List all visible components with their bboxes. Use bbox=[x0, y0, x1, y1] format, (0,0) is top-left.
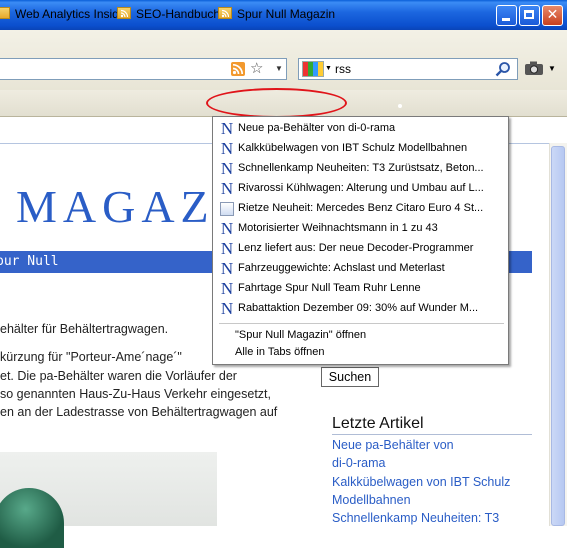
minimize-icon bbox=[502, 18, 510, 21]
n-favicon-icon: N bbox=[220, 239, 234, 258]
document-icon bbox=[220, 202, 234, 216]
rss-folder-icon bbox=[117, 7, 131, 19]
maximize-button[interactable] bbox=[519, 5, 540, 26]
bookmark-label: Spur Null Magazin bbox=[237, 7, 336, 21]
bookmark-label: Web Analytics Inside bbox=[15, 7, 126, 21]
feed-item-label: Schnellenkamp Neuheiten: T3 Zurüstsatz, … bbox=[238, 162, 484, 174]
feed-menu-item[interactable]: Rietze Neuheit: Mercedes Benz Citaro Eur… bbox=[217, 199, 504, 219]
feed-menu-item[interactable]: N Motorisierter Weihnachtsmann in 1 zu 43 bbox=[217, 219, 504, 239]
camera-icon[interactable] bbox=[524, 60, 544, 76]
feed-item-label: Lenz liefert aus: Der neue Decoder-Progr… bbox=[238, 242, 474, 254]
rss-folder-icon bbox=[0, 7, 10, 19]
sidebar-article-link[interactable]: Modellbahnen bbox=[332, 493, 411, 507]
feed-menu-item[interactable]: N Kalkkübelwagen von IBT Schulz Modellbah… bbox=[217, 139, 504, 159]
sidebar-divider bbox=[332, 434, 532, 435]
sidebar-heading: Letzte Artikel bbox=[332, 415, 424, 432]
feed-item-label: Fahrtage Spur Null Team Ruhr Lenne bbox=[238, 282, 421, 294]
feed-menu-item[interactable]: N Rabattaktion Dezember 09: 30% auf Wunde… bbox=[217, 299, 504, 319]
chevron-down-icon[interactable]: ▼ bbox=[275, 64, 283, 73]
feed-item-label: Motorisierter Weihnachtsmann in 1 zu 43 bbox=[238, 222, 438, 234]
feed-item-label: Rietze Neuheit: Mercedes Benz Citaro Eur… bbox=[238, 202, 484, 214]
close-icon: ✕ bbox=[546, 7, 559, 23]
maximize-icon bbox=[524, 10, 534, 19]
n-favicon-icon: N bbox=[220, 159, 234, 178]
scrollbar-thumb[interactable] bbox=[551, 146, 565, 526]
n-favicon-icon: N bbox=[220, 139, 234, 158]
article-text-line: en an der Ladestrasse von Behältertragwa… bbox=[0, 405, 278, 419]
open-feed-page-item[interactable]: "Spur Null Magazin" öffnen bbox=[235, 329, 366, 341]
address-bar[interactable]: ☆ ▼ bbox=[0, 58, 287, 80]
n-favicon-icon: N bbox=[220, 259, 234, 278]
site-nav-link[interactable]: pur Null bbox=[0, 254, 59, 269]
bookmark-seo-handbuch[interactable]: SEO-Handbuch bbox=[117, 6, 220, 22]
feed-menu-item[interactable]: N Fahrzeuggewichte: Achslast und Meterlas… bbox=[217, 259, 504, 279]
toolbar-indicator-dot bbox=[398, 104, 402, 108]
feed-item-label: Kalkkübelwagen von IBT Schulz Modellbahn… bbox=[238, 142, 468, 154]
article-text-line: kürzung für "Porteur-Ame´nage´" bbox=[0, 350, 182, 364]
article-text-line: et. Die pa-Behälter waren die Vorläufer … bbox=[0, 369, 237, 383]
photo-object bbox=[0, 488, 64, 548]
n-favicon-icon: N bbox=[220, 279, 234, 298]
feed-item-label: Rabattaktion Dezember 09: 30% auf Wunder… bbox=[238, 302, 479, 314]
feed-menu-item[interactable]: N Fahrtage Spur Null Team Ruhr Lenne bbox=[217, 279, 504, 299]
magnifier-icon[interactable] bbox=[495, 61, 511, 77]
highlight-ellipse bbox=[206, 88, 347, 118]
chevron-down-icon[interactable]: ▼ bbox=[325, 65, 332, 72]
bookmark-label: SEO-Handbuch bbox=[136, 7, 221, 21]
article-text-line: so genannten Haus-Zu-Haus Verkehr einges… bbox=[0, 387, 271, 401]
bookmark-star-icon[interactable]: ☆ bbox=[250, 60, 263, 78]
feed-item-label: Fahrzeuggewichte: Achslast und Meterlast bbox=[238, 262, 445, 274]
feed-menu-item[interactable]: N Schnellenkamp Neuheiten: T3 Zurüstsatz,… bbox=[217, 159, 504, 179]
article-photo bbox=[0, 452, 217, 548]
n-favicon-icon: N bbox=[220, 179, 234, 198]
menu-separator bbox=[219, 323, 504, 324]
rss-feed-icon[interactable] bbox=[231, 62, 245, 76]
sidebar-article-link[interactable]: Neue pa-Behälter von bbox=[332, 438, 454, 452]
sidebar-article-link[interactable]: Schnellenkamp Neuheiten: T3 bbox=[332, 511, 499, 525]
close-button[interactable]: ✕ bbox=[542, 5, 563, 26]
feed-menu-item[interactable]: N Lenz liefert aus: Der neue Decoder-Prog… bbox=[217, 239, 504, 259]
n-favicon-icon: N bbox=[220, 219, 234, 238]
feed-item-label: Neue pa-Behälter von di-0-rama bbox=[238, 122, 396, 134]
bookmark-web-analytics-inside[interactable]: Web Analytics Inside bbox=[0, 6, 126, 22]
search-input[interactable]: rss bbox=[335, 62, 351, 76]
sidebar-article-link[interactable]: Kalkkübelwagen von IBT Schulz bbox=[332, 475, 510, 489]
search-bar[interactable]: ▼ rss bbox=[298, 58, 518, 80]
minimize-button[interactable] bbox=[496, 5, 517, 26]
rss-folder-icon bbox=[218, 7, 232, 19]
bookmark-spur-null-magazin[interactable]: Spur Null Magazin bbox=[218, 6, 335, 22]
chevron-down-icon[interactable]: ▼ bbox=[548, 64, 556, 73]
search-button[interactable]: Suchen bbox=[321, 367, 379, 387]
n-favicon-icon: N bbox=[220, 299, 234, 318]
open-all-in-tabs-item[interactable]: Alle in Tabs öffnen bbox=[235, 346, 325, 358]
search-engine-icon[interactable] bbox=[302, 61, 324, 77]
feed-menu-item[interactable]: N Neue pa-Behälter von di-0-rama bbox=[217, 119, 504, 139]
sidebar-article-link[interactable]: di-0-rama bbox=[332, 456, 386, 470]
n-favicon-icon: N bbox=[220, 119, 234, 138]
feed-item-label: Rivarossi Kühlwagen: Alterung und Umbau … bbox=[238, 182, 484, 194]
feed-menu-item[interactable]: N Rivarossi Kühlwagen: Alterung und Umbau… bbox=[217, 179, 504, 199]
site-title: MAGAZ bbox=[16, 181, 215, 232]
live-bookmark-menu: N Neue pa-Behälter von di-0-rama N Kalkküb… bbox=[212, 116, 509, 365]
article-text-line: ehälter für Behältertragwagen. bbox=[0, 322, 169, 336]
